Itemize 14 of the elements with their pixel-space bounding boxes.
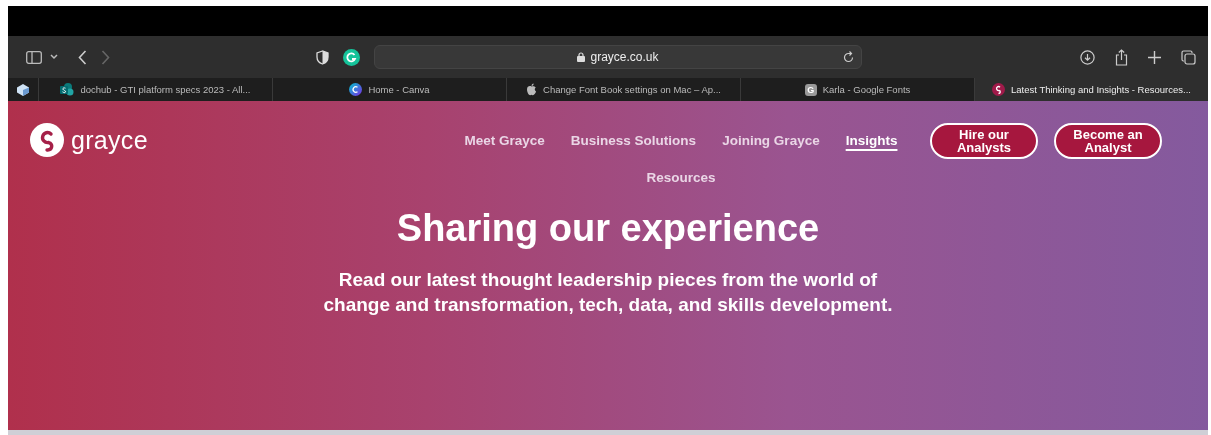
site-logo[interactable]: grayce — [30, 123, 148, 157]
hero-title: Sharing our experience — [396, 207, 820, 250]
nav-link[interactable]: Resources — [646, 170, 716, 185]
url-text: grayce.co.uk — [577, 50, 659, 64]
hero-subtitle: Read our latest thought leadership pieces from the world of change and transformation, tech, data, and skills development. — [322, 268, 894, 317]
nav-link[interactable]: Joining Grayce — [722, 133, 820, 148]
nav-link[interactable]: Insights — [845, 133, 898, 148]
nav-link[interactable]: Business Solutions — [570, 133, 697, 148]
cta-button[interactable]: Hire our Analysts — [930, 123, 1038, 159]
nav-link[interactable]: Meet Grayce — [464, 133, 545, 148]
cta-button[interactable]: Become an Analyst — [1054, 123, 1162, 159]
letter-icon: G — [804, 83, 817, 96]
browser-tab[interactable]: Latest Thinking and Insights - Resources... — [975, 78, 1208, 101]
address-bar[interactable]: grayce.co.uk — [374, 45, 862, 69]
